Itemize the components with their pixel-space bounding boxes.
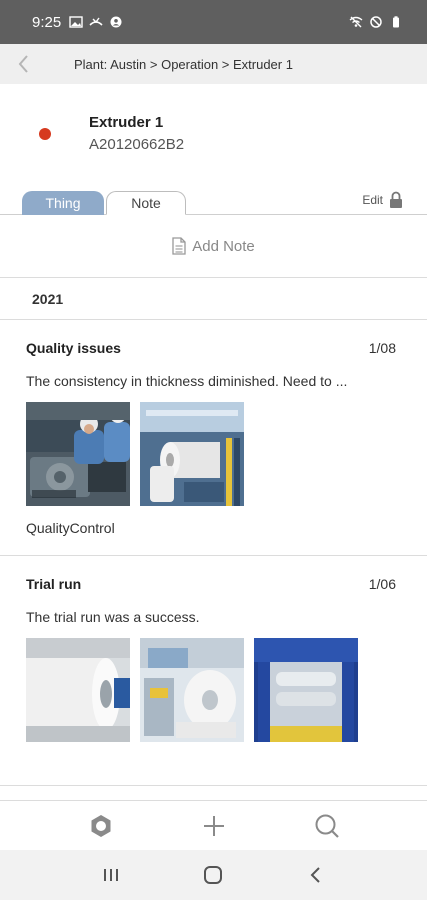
home-icon <box>204 866 223 884</box>
add-note-label: Add Note <box>192 237 255 255</box>
film-production-photo[interactable] <box>140 638 244 742</box>
note-date: 1/06 <box>368 576 396 592</box>
search-icon <box>315 814 339 838</box>
tab-bar: Thing Note Edit <box>0 184 427 215</box>
note-text: The consistency in thickness diminished.… <box>26 373 348 389</box>
lock-icon <box>390 191 402 208</box>
home-button[interactable] <box>193 855 233 895</box>
tab-note[interactable]: Note <box>106 191 186 215</box>
add-icon <box>203 815 224 836</box>
image-icon <box>69 16 83 28</box>
system-navigation-bar <box>0 850 427 900</box>
breadcrumb[interactable]: Plant: Austin > Operation > Extruder 1 <box>74 57 293 72</box>
battery-icon <box>393 16 399 28</box>
thing-info-panel: Extruder 1 A20120662B2 <box>0 84 427 184</box>
workers-at-machine-photo[interactable] <box>26 402 130 506</box>
note-tag: QualityControl <box>26 520 115 536</box>
tab-thing[interactable]: Thing <box>22 191 104 215</box>
app-header: Plant: Austin > Operation > Extruder 1 <box>0 44 427 84</box>
settings-icon <box>91 814 110 837</box>
system-back-button[interactable] <box>296 855 336 895</box>
note-title: Quality issues <box>26 340 121 356</box>
note-text: The trial run was a success. <box>26 609 200 625</box>
plastic-roll-photo[interactable] <box>26 638 130 742</box>
chevron-left-icon <box>18 55 28 73</box>
note-title: Trial run <box>26 576 82 592</box>
back-icon <box>310 867 320 883</box>
note-item[interactable]: Trial run 1/06 The trial run was a succe… <box>0 556 427 786</box>
year-section-header: 2021 <box>0 278 427 320</box>
thing-id: A20120662B2 <box>89 136 185 153</box>
film-roll-machine-photo[interactable] <box>140 402 244 506</box>
note-item[interactable]: Quality issues 1/08 The consistency in t… <box>0 320 427 556</box>
settings-button[interactable] <box>79 804 123 848</box>
status-bar: 9:25 <box>0 0 427 44</box>
do-not-disturb-icon <box>370 16 382 28</box>
back-button[interactable] <box>0 44 48 84</box>
bottom-navigation <box>0 800 427 850</box>
missed-call-icon <box>89 17 103 26</box>
account-circle-icon <box>110 16 122 28</box>
thing-name: Extruder 1 <box>89 114 164 131</box>
search-button[interactable] <box>305 804 349 848</box>
note-images <box>26 402 244 506</box>
note-date: 1/08 <box>368 340 396 356</box>
recent-apps-icon <box>104 869 119 881</box>
document-icon <box>172 237 186 255</box>
recent-apps-button[interactable] <box>91 855 131 895</box>
edit-button[interactable]: Edit <box>362 191 403 209</box>
note-images <box>26 638 358 742</box>
wifi-off-icon <box>349 16 363 28</box>
status-indicator <box>39 128 51 140</box>
add-note-button[interactable]: Add Note <box>0 215 427 278</box>
edit-label: Edit <box>362 193 383 207</box>
blue-extruder-machine-photo[interactable] <box>254 638 358 742</box>
status-time: 9:25 <box>32 13 62 31</box>
add-button[interactable] <box>192 804 236 848</box>
